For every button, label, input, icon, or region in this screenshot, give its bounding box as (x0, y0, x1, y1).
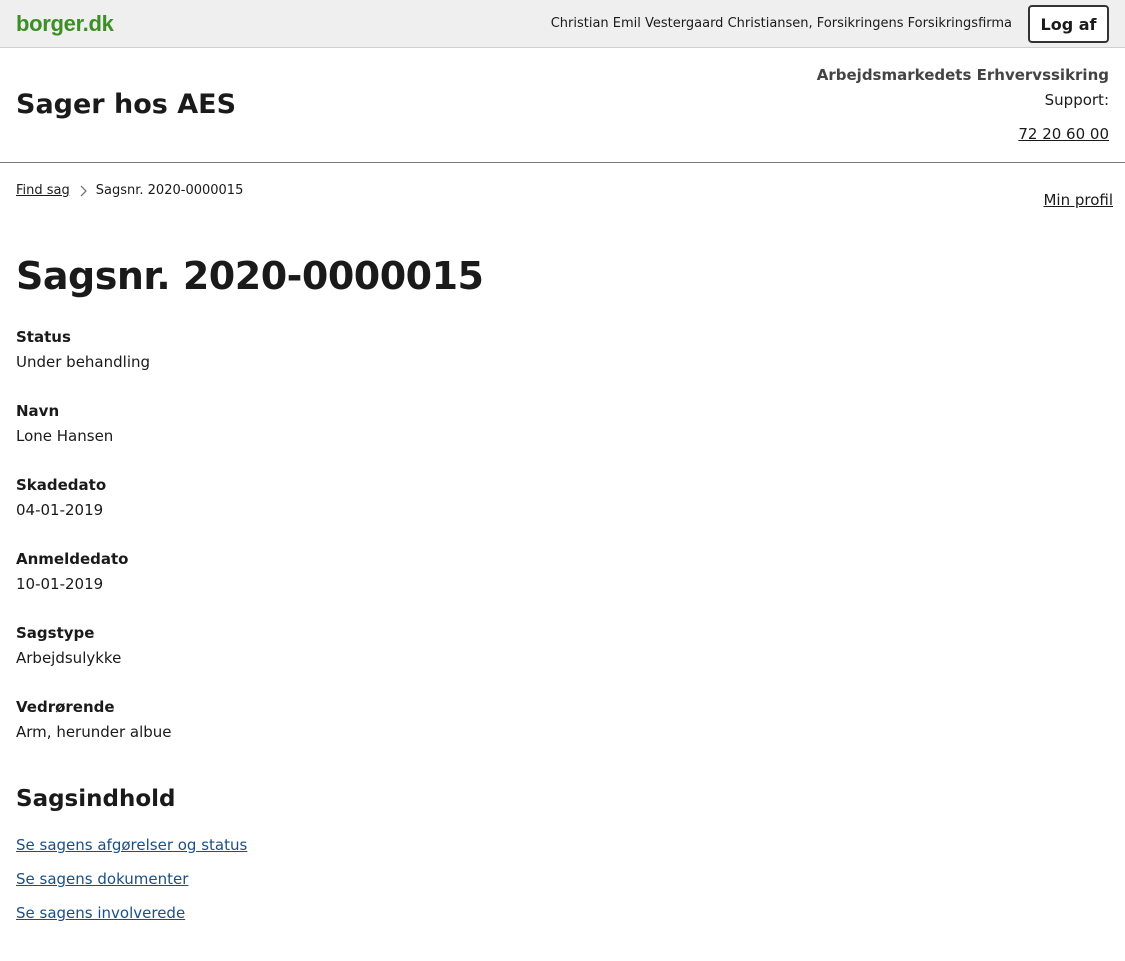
logged-in-user: Christian Emil Vestergaard Christiansen,… (550, 16, 1012, 31)
support-phone-link[interactable]: 72 20 60 00 (1018, 125, 1109, 143)
breadcrumb-current: Sagsnr. 2020-0000015 (95, 183, 244, 198)
field-label: Navn (16, 402, 60, 420)
case-title: Sagsnr. 2020-0000015 (16, 254, 484, 298)
field-value: Lone Hansen (16, 427, 114, 445)
link-documents[interactable]: Se sagens dokumenter (16, 869, 247, 889)
field-value: 04-01-2019 (16, 501, 104, 519)
field-value: Arbejdsulykke (16, 649, 122, 667)
field-label: Sagstype (16, 624, 95, 642)
field-value: Arm, herunder albue (16, 723, 172, 741)
field-skadedato: Skadedato 04-01-2019 (16, 475, 616, 549)
site-title: Sager hos AES (16, 89, 237, 120)
site-header: Sager hos AES Arbejdsmarkedets Erhvervss… (0, 48, 1125, 163)
field-vedroerende: Vedrørende Arm, herunder albue (16, 697, 616, 771)
field-sagstype: Sagstype Arbejdsulykke (16, 623, 616, 697)
field-label: Vedrørende (16, 698, 115, 716)
case-details: Status Under behandling Navn Lone Hansen… (16, 327, 616, 771)
support-label: Support: (1044, 91, 1109, 109)
field-value: Under behandling (16, 353, 151, 371)
chevron-right-icon (76, 184, 90, 198)
link-involved-parties[interactable]: Se sagens involverede (16, 903, 247, 923)
field-label: Status (16, 328, 71, 346)
field-label: Anmeldedato (16, 550, 129, 568)
breadcrumb: Find sag Sagsnr. 2020-0000015 (16, 183, 243, 198)
case-content-links: Se sagens afgørelser og status Se sagens… (16, 835, 247, 937)
my-profile-link[interactable]: Min profil (1043, 191, 1113, 209)
field-status: Status Under behandling (16, 327, 616, 401)
field-navn: Navn Lone Hansen (16, 401, 616, 475)
field-value: 10-01-2019 (16, 575, 104, 593)
logout-button[interactable]: Log af (1028, 5, 1109, 43)
field-label: Skadedato (16, 476, 107, 494)
borger-dk-logo[interactable]: borger.dk (16, 11, 114, 37)
top-bar: borger.dk Christian Emil Vestergaard Chr… (0, 0, 1125, 48)
link-decisions-status[interactable]: Se sagens afgørelser og status (16, 835, 247, 855)
organization-name: Arbejdsmarkedets Erhvervssikring (816, 66, 1109, 84)
field-anmeldedato: Anmeldedato 10-01-2019 (16, 549, 616, 623)
section-title-sagsindhold: Sagsindhold (16, 786, 176, 812)
breadcrumb-find-sag[interactable]: Find sag (16, 183, 70, 198)
